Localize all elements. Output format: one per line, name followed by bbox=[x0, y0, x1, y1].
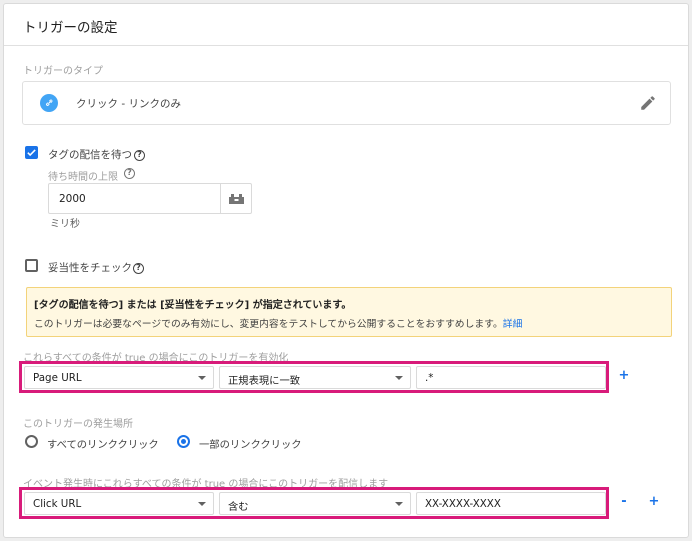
add-condition-button[interactable]: + bbox=[647, 494, 661, 509]
some-link-clicks-radio[interactable] bbox=[177, 435, 190, 448]
help-icon[interactable]: ? bbox=[133, 263, 144, 274]
variable-picker-icon[interactable] bbox=[220, 184, 251, 213]
add-condition-button[interactable]: + bbox=[617, 368, 631, 383]
select-value: Page URL bbox=[33, 372, 82, 384]
enable-value-input[interactable]: .* bbox=[416, 366, 606, 389]
fire-variable-select[interactable]: Click URL bbox=[24, 492, 214, 515]
trigger-type-selector[interactable]: クリック - リンクのみ bbox=[22, 81, 671, 125]
wait-for-tags-label: タグの配信を待つ bbox=[48, 149, 132, 161]
chevron-down-icon bbox=[198, 502, 206, 506]
notice-details-link[interactable]: 詳細 bbox=[503, 319, 523, 330]
enable-condition-row: Page URL 正規表現に一致 .* bbox=[19, 361, 609, 393]
trigger-config-card: トリガーの設定 トリガーのタイプ クリック - リンクのみ タグの配信を待つ ?… bbox=[3, 3, 689, 538]
pencil-icon[interactable] bbox=[639, 94, 657, 112]
card-header: トリガーの設定 bbox=[4, 4, 688, 46]
card-title: トリガーの設定 bbox=[23, 20, 118, 36]
link-icon bbox=[40, 94, 58, 112]
notice-text: このトリガーは必要なページでのみ有効にし、変更内容をテストしてから公開することを… bbox=[34, 319, 503, 330]
some-link-clicks-label: 一部のリンククリック bbox=[199, 439, 302, 451]
select-value: 正規表現に一致 bbox=[228, 375, 301, 387]
trigger-type-label: トリガーのタイプ bbox=[23, 66, 103, 77]
enable-variable-select[interactable]: Page URL bbox=[24, 366, 214, 389]
remove-condition-button[interactable]: - bbox=[617, 494, 631, 509]
check-validation-label: 妥当性をチェック bbox=[48, 262, 132, 274]
trigger-type-value: クリック - リンクのみ bbox=[76, 98, 181, 110]
fire-value-input[interactable]: XX-XXXX-XXXX bbox=[416, 492, 606, 515]
all-link-clicks-radio[interactable] bbox=[25, 435, 38, 448]
max-wait-input[interactable]: 2000 bbox=[48, 183, 252, 214]
fires-on-label: このトリガーの発生場所 bbox=[23, 419, 133, 430]
chevron-down-icon bbox=[198, 376, 206, 380]
help-icon[interactable]: ? bbox=[124, 168, 135, 179]
chevron-down-icon bbox=[395, 502, 403, 506]
check-validation-checkbox[interactable] bbox=[25, 259, 38, 272]
help-icon[interactable]: ? bbox=[134, 150, 145, 161]
select-value: Click URL bbox=[33, 498, 82, 510]
input-value: .* bbox=[425, 372, 434, 384]
wait-for-tags-checkbox[interactable] bbox=[25, 146, 38, 159]
fire-condition-row: Click URL 含む XX-XXXX-XXXX bbox=[19, 487, 609, 519]
input-value: XX-XXXX-XXXX bbox=[425, 498, 501, 510]
enable-operator-select[interactable]: 正規表現に一致 bbox=[219, 366, 411, 389]
fire-operator-select[interactable]: 含む bbox=[219, 492, 411, 515]
select-value: 含む bbox=[228, 501, 249, 513]
notice-body: このトリガーは必要なページでのみ有効にし、変更内容をテストしてから公開することを… bbox=[34, 316, 522, 330]
unit-label: ミリ秒 bbox=[50, 219, 80, 230]
notice-banner: [タグの配信を待つ] または [妥当性をチェック] が指定されています。 このト… bbox=[26, 287, 672, 337]
max-wait-value: 2000 bbox=[59, 193, 86, 205]
all-link-clicks-label: すべてのリンククリック bbox=[47, 439, 159, 451]
chevron-down-icon bbox=[395, 376, 403, 380]
notice-title: [タグの配信を待つ] または [妥当性をチェック] が指定されています。 bbox=[34, 300, 352, 311]
max-wait-label: 待ち時間の上限 bbox=[48, 172, 118, 183]
